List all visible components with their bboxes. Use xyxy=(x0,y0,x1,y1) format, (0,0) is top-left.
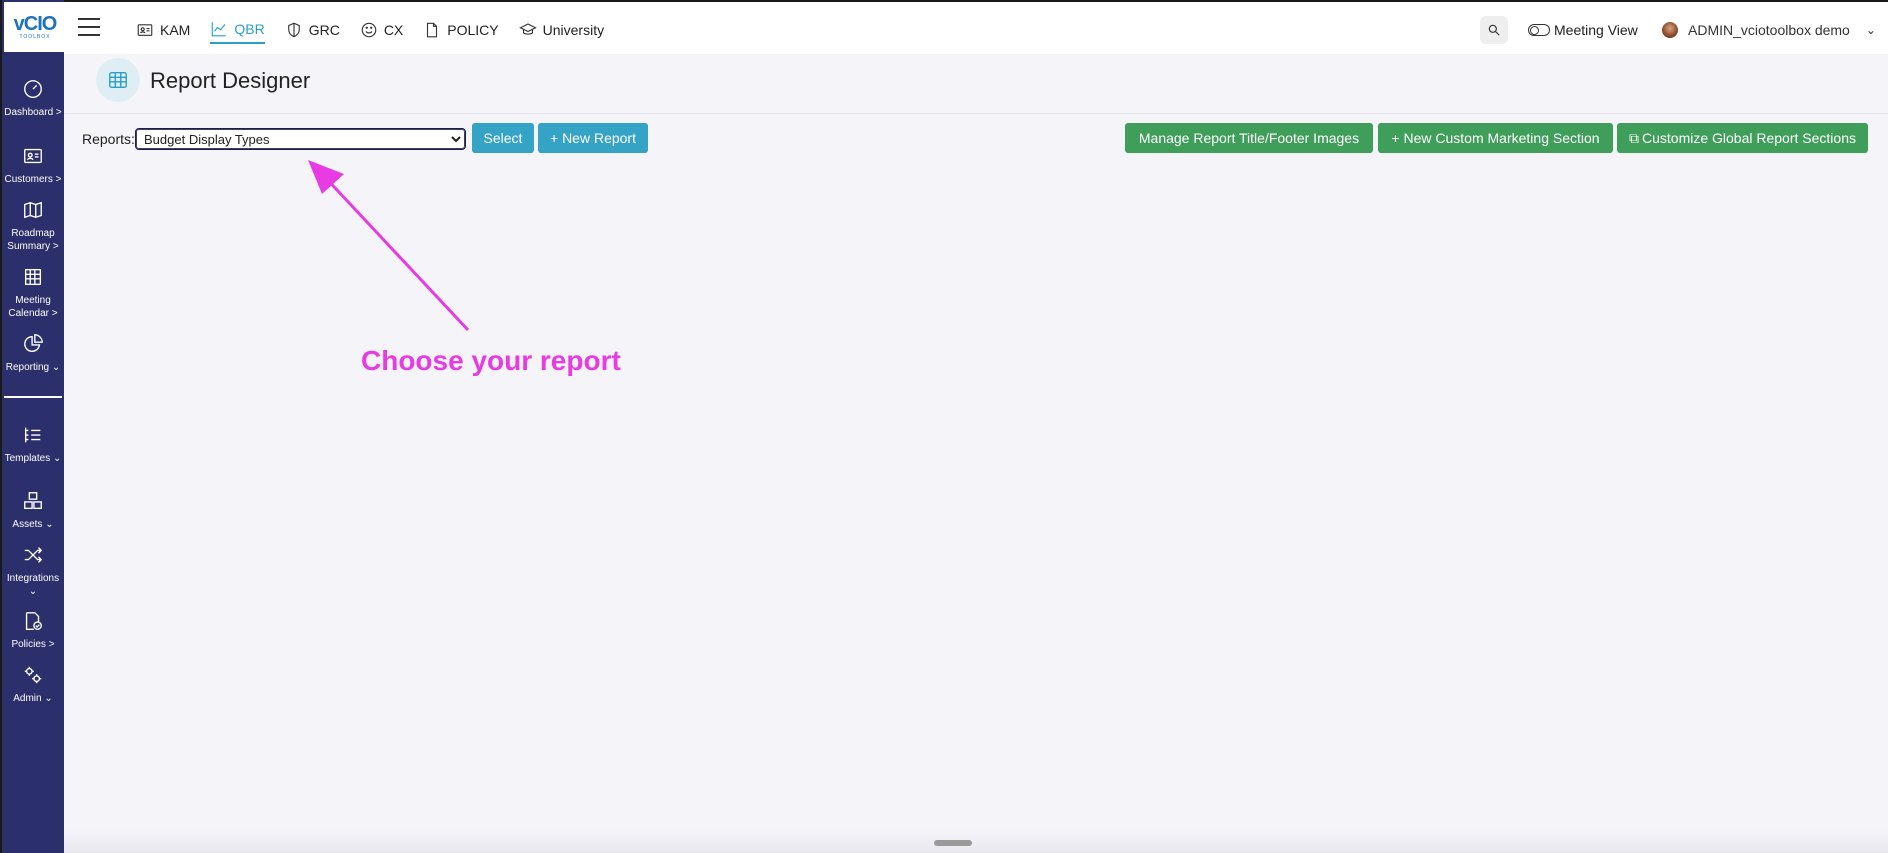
tab-kam[interactable]: KAM xyxy=(136,16,190,44)
search-button[interactable] xyxy=(1480,16,1508,44)
tab-policy[interactable]: POLICY xyxy=(423,16,499,44)
sidebar-item-reporting[interactable]: Reporting ⌄ xyxy=(2,333,64,374)
annotation-text: Choose your report xyxy=(361,345,621,376)
tab-cx[interactable]: CX xyxy=(360,16,403,44)
sidebar-item-label: Templates ⌄ xyxy=(4,453,62,464)
tab-label: KAM xyxy=(160,22,191,38)
sidebar-item-label: Admin ⌄ xyxy=(13,693,53,704)
top-bar: KAM QBR GRC CX POLICY University Meeting… xyxy=(64,0,1888,54)
page-title: Report Designer xyxy=(150,68,311,93)
select-button[interactable]: Select xyxy=(472,123,534,153)
list-icon xyxy=(24,427,41,443)
bottom-edge xyxy=(64,830,1888,853)
map-icon xyxy=(24,201,42,219)
boxes-icon xyxy=(24,492,42,510)
tab-label: University xyxy=(542,22,605,38)
tab-label: GRC xyxy=(308,22,340,38)
sidebar-item-label: Assets ⌄ xyxy=(12,519,54,530)
sidebar-item-admin[interactable]: Admin ⌄ xyxy=(2,664,64,705)
file-check-icon xyxy=(25,612,42,630)
meeting-view-toggle[interactable]: Meeting View xyxy=(1528,22,1638,38)
sidebar-item-customers[interactable]: Customers > xyxy=(2,145,64,186)
gears-icon xyxy=(24,666,42,684)
calendar-icon xyxy=(24,268,42,286)
smiley-icon xyxy=(361,22,377,38)
gauge-icon xyxy=(24,80,42,98)
reports-select[interactable]: Budget Display Types xyxy=(135,128,466,150)
user-menu[interactable]: ADMIN_vciotoolbox demo ⌄ xyxy=(1662,22,1876,38)
user-name: ADMIN_vciotoolbox demo xyxy=(1688,22,1850,38)
logo-text: vCIO xyxy=(13,13,58,35)
graduation-cap-icon xyxy=(518,23,537,35)
new-custom-marketing-section-button[interactable]: + New Custom Marketing Section xyxy=(1378,123,1613,153)
sidebar-item-templates[interactable]: Templates ⌄ xyxy=(2,424,64,465)
tab-label: QBR xyxy=(234,21,265,37)
sidebar-item-policies[interactable]: Policies > xyxy=(2,610,64,651)
avatar xyxy=(1662,22,1678,38)
sidebar-item-label: Meeting Calendar > xyxy=(8,295,58,319)
chevron-down-icon: ⌄ xyxy=(1865,23,1876,37)
meeting-view-label: Meeting View xyxy=(1554,22,1638,38)
sidebar-item-label: Integrations ⌄ xyxy=(6,573,60,597)
logo-subtext: TOOLBOX xyxy=(19,34,51,40)
top-navigation: KAM QBR GRC CX POLICY University xyxy=(136,16,604,44)
page-header: Report Designer xyxy=(64,54,1888,114)
hamburger-menu-button[interactable] xyxy=(78,18,100,36)
sidebar-item-meeting-calendar[interactable]: Meeting Calendar > xyxy=(2,266,64,320)
scroll-handle[interactable] xyxy=(934,840,972,846)
id-card-icon xyxy=(24,148,42,164)
sidebar-divider xyxy=(4,396,62,398)
sidebar-item-label: Policies > xyxy=(11,639,55,650)
line-chart-icon xyxy=(212,22,227,37)
tab-university[interactable]: University xyxy=(518,16,605,44)
tab-label: CX xyxy=(383,22,404,38)
sidebar-item-roadmap-summary[interactable]: Roadmap Summary > xyxy=(2,199,64,253)
tab-label: POLICY xyxy=(447,22,499,38)
sidebar-item-assets[interactable]: Assets ⌄ xyxy=(2,490,64,531)
annotation-arrow xyxy=(308,160,470,332)
sidebar-item-integrations[interactable]: Integrations ⌄ xyxy=(2,544,64,598)
tab-grc[interactable]: GRC xyxy=(285,16,340,44)
sidebar-item-dashboard[interactable]: Dashboard > xyxy=(2,78,64,119)
id-card-icon xyxy=(137,24,153,36)
sidebar-item-label: Reporting ⌄ xyxy=(5,362,61,373)
search-icon xyxy=(1488,24,1500,36)
sidebar-item-label: Roadmap Summary > xyxy=(7,228,59,252)
copy-icon: ⧉ xyxy=(1629,129,1639,146)
reports-label: Reports: xyxy=(82,131,135,147)
toggle-icon xyxy=(1528,24,1550,36)
sidebar-item-label: Dashboard > xyxy=(4,107,62,118)
customize-global-report-sections-button[interactable]: ⧉ Customize Global Report Sections xyxy=(1617,123,1868,153)
new-report-button[interactable]: + New Report xyxy=(538,123,648,153)
document-icon xyxy=(427,22,438,38)
manage-title-footer-images-button[interactable]: Manage Report Title/Footer Images xyxy=(1125,123,1373,153)
sidebar: vCIO TOOLBOX Dashboard > Customers > Roa… xyxy=(0,0,66,853)
pie-chart-icon xyxy=(24,334,43,352)
tab-qbr[interactable]: QBR xyxy=(210,16,265,44)
customize-button-label: Customize Global Report Sections xyxy=(1642,130,1856,146)
sidebar-item-label: Customers > xyxy=(4,174,62,185)
shuffle-icon xyxy=(24,547,43,563)
shield-icon xyxy=(287,22,300,38)
table-icon xyxy=(96,58,140,102)
logo[interactable]: vCIO TOOLBOX xyxy=(4,2,66,52)
